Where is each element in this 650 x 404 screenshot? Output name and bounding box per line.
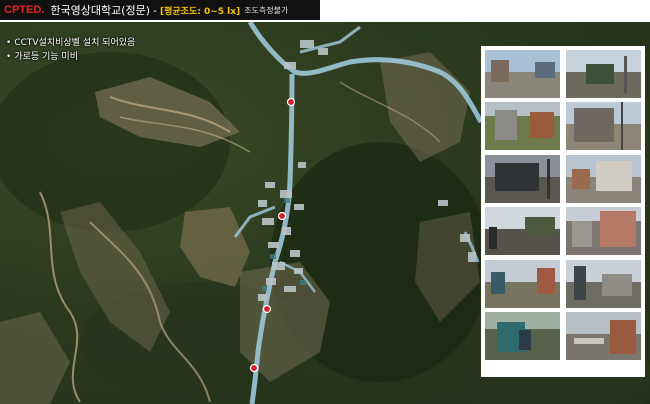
measurement-note: 조도측정불가 [244, 5, 289, 15]
cctv-marker [249, 363, 259, 373]
street-photo[interactable] [485, 50, 560, 98]
street-photo[interactable] [566, 260, 641, 308]
street-photo[interactable] [485, 155, 560, 203]
street-photo[interactable] [485, 312, 560, 360]
cleared-land [180, 207, 250, 287]
title-separator: - [153, 3, 157, 17]
satellite-map[interactable]: CCTV설치비상벨 설치 되어있음 가로등 기능 미비 [0, 22, 650, 404]
title-bar: CPTED. 한국영상대학교(정문) - [평균조도: 0~5 lx] 조도측정… [0, 0, 320, 20]
cctv-marker [262, 304, 272, 314]
street-photo[interactable] [566, 155, 641, 203]
brand-label: CPTED. [4, 4, 45, 16]
illuminance-value: [평균조도: 0~5 lx] [160, 6, 241, 17]
photo-grid [481, 46, 645, 377]
cleared-land [0, 312, 70, 404]
side-road [299, 25, 361, 54]
finding-item: CCTV설치비상벨 설치 되어있음 [6, 36, 135, 50]
cctv-marker [286, 97, 296, 107]
street-photo[interactable] [566, 312, 641, 360]
street-photo[interactable] [566, 207, 641, 255]
street-photo[interactable] [566, 102, 641, 150]
location-name: 한국영상대학교(정문) [50, 4, 151, 17]
street-photo[interactable] [485, 207, 560, 255]
finding-item: 가로등 기능 미비 [6, 50, 135, 64]
street-photo[interactable] [485, 260, 560, 308]
cctv-marker [277, 211, 287, 221]
street-photo[interactable] [485, 102, 560, 150]
findings-list: CCTV설치비상벨 설치 되어있음 가로등 기능 미비 [6, 36, 135, 64]
street-photo[interactable] [566, 50, 641, 98]
